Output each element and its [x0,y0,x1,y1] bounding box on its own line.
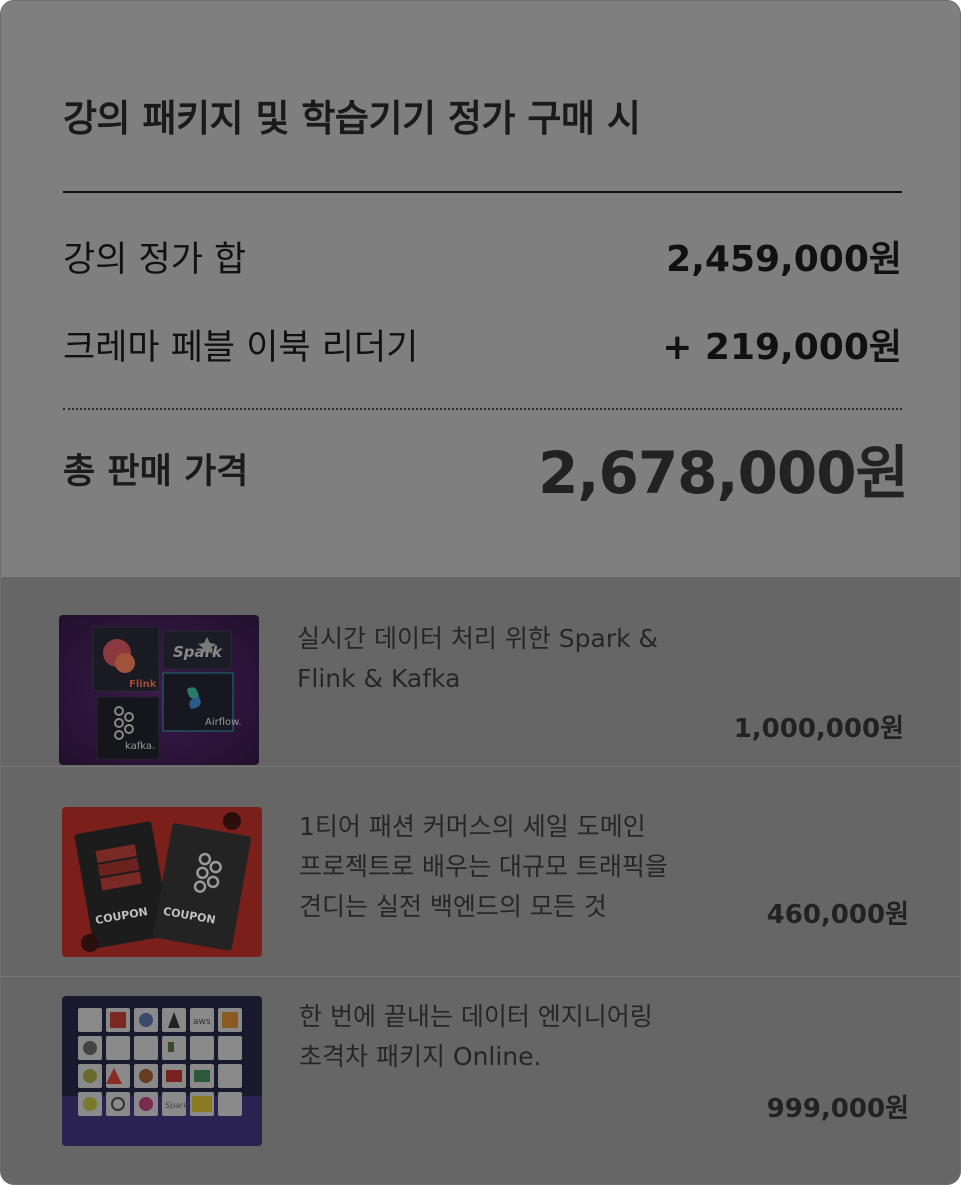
course-thumbnail-streaming: Flink Spark kafka. Airflow. [59,615,259,765]
device-value: + 219,000원 [662,327,902,368]
course-title[interactable]: 1티어 패션 커머스의 세일 도메인 프로젝트로 배우는 대규모 트래픽을 견디… [299,807,669,927]
course-thumbnail-commerce: COUPON COUPON [62,807,262,957]
course-price: 460,000원 [766,900,909,930]
list-item[interactable]: COUPON COUPON 1티어 패션 커머스의 세일 도메인 프로젝트로 배… [1,785,960,977]
dotted-divider [63,408,902,410]
device-row: 크레마 페블 이북 리더기 + 219,000원 [63,323,902,373]
pricing-card: 강의 패키지 및 학습기기 정가 구매 시 강의 정가 합 2,459,000원… [0,0,961,1185]
course-total-label: 강의 정가 합 [63,240,247,280]
course-total-row: 강의 정가 합 2,459,000원 [63,235,902,285]
course-total-value: 2,459,000원 [666,239,902,280]
thumbnail-image: COUPON COUPON [62,807,262,957]
divider [63,191,902,193]
course-price: 1,000,000원 [733,714,904,744]
course-title[interactable]: 한 번에 끝내는 데이터 엔지니어링 초격차 패키지 Online. [299,997,679,1077]
thumbnail-image: aws Spark [62,996,262,1146]
list-item[interactable]: aws Spark 한 번에 끝내는 데이터 엔지니어링 초격차 패키지 Onl… [1,977,960,1184]
package-item-list: Flink Spark kafka. Airflow. 실시간 데이터 처리 위… [1,577,960,1184]
price-summary: 강의 패키지 및 학습기기 정가 구매 시 강의 정가 합 2,459,000원… [1,1,960,577]
thumbnail-image: Flink Spark kafka. Airflow. [59,615,259,765]
aws-icon: aws [193,1017,211,1027]
course-thumbnail-data-engineering: aws Spark [62,996,262,1146]
spark-icon: Spark [165,1101,188,1110]
device-label: 크레마 페블 이북 리더기 [63,328,419,368]
flink-label: Flink [129,679,157,690]
final-price-label: 총 판매 가격 [63,452,249,492]
final-price-value: 2,678,000원 [538,439,909,507]
spark-label: Spark [173,643,223,661]
summary-title: 강의 패키지 및 학습기기 정가 구매 시 [63,97,641,140]
list-item[interactable]: Flink Spark kafka. Airflow. 실시간 데이터 처리 위… [1,577,960,767]
course-title[interactable]: 실시간 데이터 처리 위한 Spark & Flink & Kafka [297,619,677,699]
airflow-label: Airflow. [205,717,242,728]
course-price: 999,000원 [766,1094,909,1124]
kafka-label: kafka. [125,741,155,752]
